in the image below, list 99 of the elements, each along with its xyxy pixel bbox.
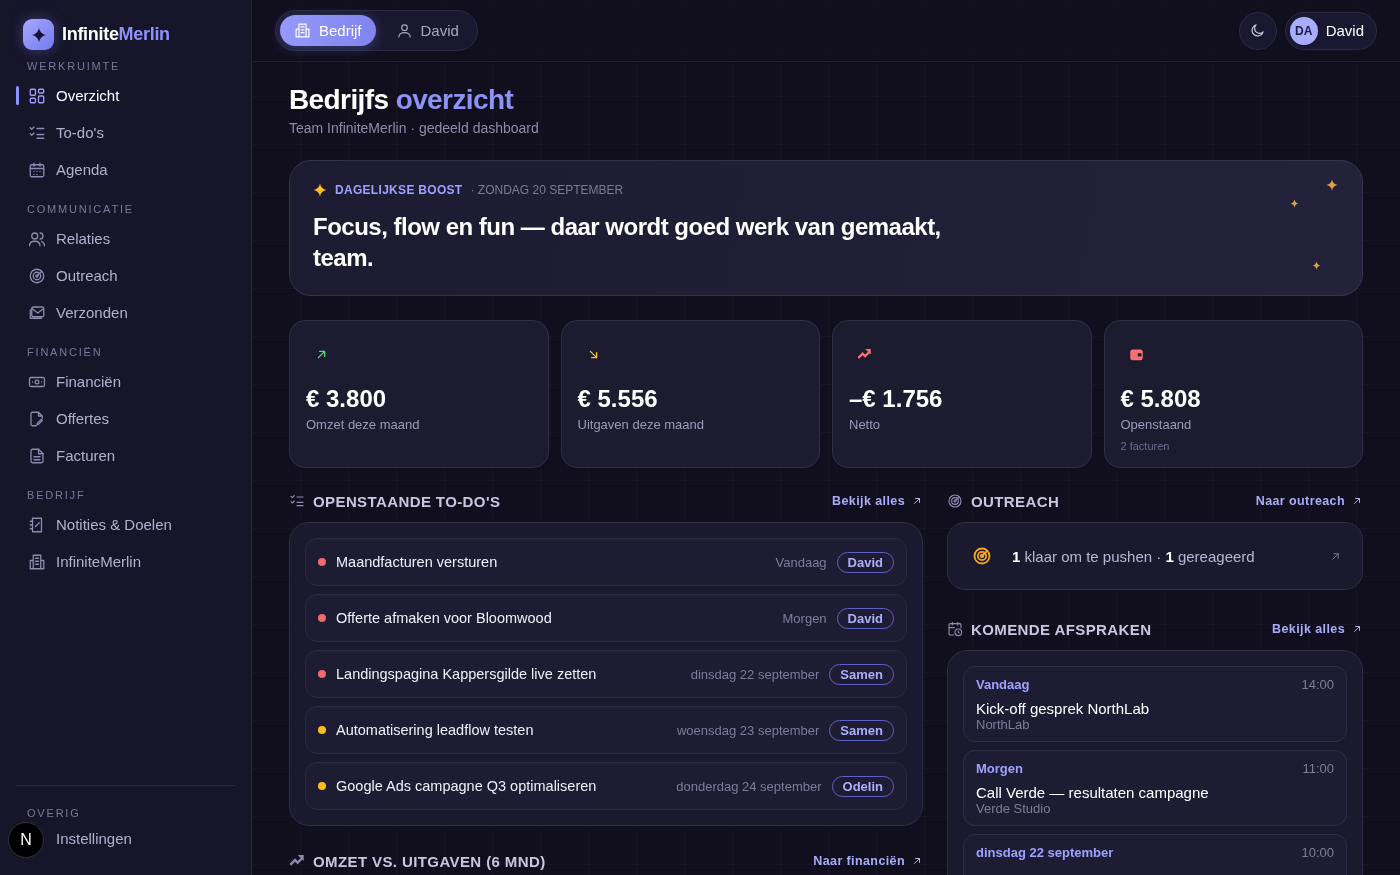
user-menu[interactable]: DA David [1284,11,1377,50]
todo-item[interactable]: Landingspagina Kappersgilde live zetten dinsdag 22 september Samen [305,650,907,698]
appointment-card[interactable]: Morgen 11:00 Call Verde — resultaten campagne Verde Studio [963,750,1347,826]
appointment-time: 14:00 [1301,677,1334,692]
section-label: BEDRIJF [26,489,87,501]
outreach-card[interactable]: 1 klaar om te pushen · 1 gereageerd [947,522,1363,590]
stat-value: € 5.556 [577,385,659,413]
page-subtitle: Team InfiniteMerlin · gedeeld dashboard [289,120,540,136]
stat-value: € 5.808 [1120,385,1202,413]
document-icon [28,446,46,465]
nav-item[interactable]: InfiniteMerlin [16,543,235,580]
finance-link[interactable]: Naar financiën [813,854,923,868]
radar-icon [28,266,46,285]
boost-label: DAGELIJKSE BOOST [335,183,463,197]
arrow-up-right-icon [1351,495,1363,507]
stat-note: 2 facturen [1120,440,1171,452]
stat-label: Netto [849,417,882,432]
boost-date: · ZONDAG 20 SEPTEMBER [470,183,624,197]
calendar-clock-icon [947,621,963,637]
nav-item[interactable]: To-do's [16,114,235,151]
due-date: dinsdag 22 september [690,666,820,682]
sparkle-icon [1312,261,1321,270]
due-date: Morgen [782,610,827,626]
section-label: COMMUNICATIE [26,203,135,215]
appointment-time: 11:00 [1302,761,1334,776]
stat-label: Omzet deze maand [306,417,421,432]
appointment-client: NorthLab [976,717,1031,732]
todo-title: Maandfacturen versturen [336,554,499,570]
todo-title: Offerte afmaken voor Bloomwood [336,610,553,626]
todo-item[interactable]: Offerte afmaken voor Bloomwood Morgen David [305,594,907,642]
arrow-up-right-icon [911,855,923,867]
section-label: FINANCIËN [26,346,104,358]
todo-item[interactable]: Automatisering leadflow testen woensdag 23 september Samen [305,706,907,754]
todo-title: Google Ads campagne Q3 optimaliseren [336,778,598,794]
person-icon [395,22,413,39]
page-title: Bedrijfs overzicht [289,84,515,116]
moon-icon [1249,22,1267,39]
app-name: InfiniteMerlin [62,24,170,45]
radar-icon [972,546,992,566]
calendar-icon [28,160,46,179]
due-date: woensdag 23 september [677,722,820,738]
appointment-day: dinsdag 22 september [976,845,1114,860]
dev-badge[interactable]: N [8,822,44,858]
stat-value: € 3.800 [306,385,388,413]
todo-title: Automatisering leadflow testen [336,722,535,738]
section-title: OMZET VS. UITGAVEN (6 MND) [313,852,546,870]
nav-item[interactable]: Outreach [16,257,235,294]
grid-icon [28,86,46,105]
appointment-card[interactable]: Vandaag 14:00 Kick-off gesprek NorthLab NorthLab [963,666,1347,742]
stat-label: Uitgaven deze maand [577,417,705,432]
outreach-link[interactable]: Naar outreach [1255,494,1363,508]
due-date: Vandaag [775,554,827,570]
due-date: donderdag 24 september [676,778,822,794]
todo-title: Landingspagina Kappersgilde live zetten [336,666,598,682]
appointment-card[interactable]: dinsdag 22 september 10:00 [963,834,1347,875]
section-label: OVERIG [26,807,82,819]
view-tab[interactable]: David [381,15,473,46]
view-all-link[interactable]: Bekijk alles [1272,622,1363,636]
arrow-up-right-icon [911,495,923,507]
stat-label: Openstaand [1120,417,1193,432]
sparkle-icon [1290,199,1299,208]
nav-item[interactable]: Overzicht [16,77,235,114]
nav-item[interactable]: Offertes [16,400,235,437]
theme-toggle[interactable] [1238,11,1277,50]
arrow-up-right-icon [1351,623,1363,635]
nav-item[interactable]: Relaties [16,220,235,257]
appointment-title: Call Verde — resultaten campagne [976,784,1210,801]
outreach-summary: 1 klaar om te pushen · 1 gereageerd [1012,547,1256,565]
appointment-time: 10:00 [1301,845,1334,860]
building-icon [294,22,311,39]
section-title: OPENSTAANDE TO-DO'S [313,492,501,510]
checklist-icon [289,493,305,509]
appointment-day: Morgen [976,761,1023,776]
appointment-title: Kick-off gesprek NorthLab [976,700,1151,717]
nav-item[interactable]: Verzonden [16,294,235,331]
sparkle-icon [30,26,47,43]
view-all-link[interactable]: Bekijk alles [832,494,923,508]
sparkle-icon [1326,179,1338,191]
people-icon [28,229,46,248]
document-pen-icon [28,409,46,428]
todo-item[interactable]: Maandfacturen versturen Vandaag David [305,538,907,586]
radar-icon [947,493,963,509]
todo-item[interactable]: Google Ads campagne Q3 optimaliseren donderdag 24 september Odelin [305,762,907,810]
boost-quote: Focus, flow en fun — daar wordt goed werk van gemaakt, team. [313,212,942,273]
nav-item[interactable]: Financiën [16,363,235,400]
nav-item[interactable]: Facturen [16,437,235,474]
avatar: DA [1289,16,1318,45]
nav-item[interactable]: Agenda [16,151,235,188]
section-title: KOMENDE AFSPRAKEN [971,620,1152,638]
section-label: WERKRUIMTE [26,60,122,72]
building-icon [28,552,46,571]
appointment-day: Vandaag [976,677,1030,692]
nav-item[interactable]: Instellingen [56,820,235,857]
stat-value: –€ 1.756 [849,385,944,413]
section-title: OUTREACH [971,492,1060,510]
sparkle-icon [313,183,327,197]
appointment-client: Verde Studio [976,801,1052,816]
nav-item[interactable]: Notities & Doelen [16,506,235,543]
envelope-icon [28,303,46,322]
